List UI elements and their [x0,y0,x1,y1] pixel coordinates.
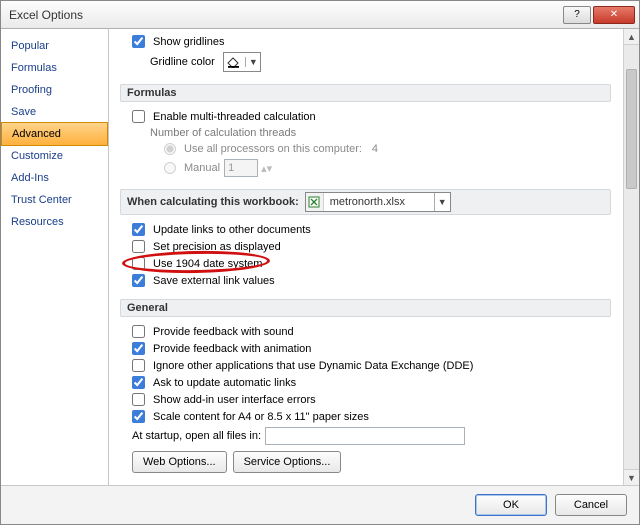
feedback-sound-label: Provide feedback with sound [153,326,294,338]
show-gridlines-label: Show gridlines [153,36,225,48]
dialog-footer: OK Cancel [1,485,639,524]
excel-options-dialog: Excel Options ? ✕ Popular Formulas Proof… [0,0,640,525]
close-button[interactable]: ✕ [593,6,635,24]
sidebar-item-resources[interactable]: Resources [1,211,108,233]
sidebar-item-advanced[interactable]: Advanced [1,122,108,146]
enable-mtc-checkbox[interactable] [132,110,145,123]
paint-bucket-icon [226,56,240,68]
startup-open-label: At startup, open all files in: [132,430,261,442]
cancel-button[interactable]: Cancel [555,494,627,516]
dialog-title: Excel Options [9,8,561,22]
sidebar-item-trust-center[interactable]: Trust Center [1,189,108,211]
sidebar-item-customize[interactable]: Customize [1,145,108,167]
chevron-down-icon: ▼ [245,57,258,67]
sidebar-item-proofing[interactable]: Proofing [1,79,108,101]
titlebar: Excel Options ? ✕ [1,1,639,29]
enable-mtc-label: Enable multi-threaded calculation [153,111,316,123]
ok-button[interactable]: OK [475,494,547,516]
processor-count: 4 [372,143,378,155]
manual-threads-radio [164,162,176,174]
ignore-dde-label: Ignore other applications that use Dynam… [153,360,473,372]
manual-threads-label: Manual [184,162,220,174]
save-external-checkbox[interactable] [132,274,145,287]
scroll-up-arrow-icon[interactable]: ▲ [624,29,639,45]
service-options-button[interactable]: Service Options... [233,451,342,473]
scale-content-label: Scale content for A4 or 8.5 x 11" paper … [153,411,369,423]
calc-workbook-title: When calculating this workbook: [127,196,299,208]
help-button[interactable]: ? [563,6,591,24]
use-all-processors-radio [164,143,176,155]
ask-update-checkbox[interactable] [132,376,145,389]
sidebar: Popular Formulas Proofing Save Advanced … [1,29,109,485]
sidebar-item-popular[interactable]: Popular [1,35,108,57]
save-external-label: Save external link values [153,275,275,287]
excel-file-icon [306,193,324,211]
set-precision-checkbox[interactable] [132,240,145,253]
feedback-sound-checkbox[interactable] [132,325,145,338]
section-title-calc-workbook: When calculating this workbook: metronor… [120,189,611,215]
chevron-down-icon: ▼ [434,193,450,211]
use-all-processors-label: Use all processors on this computer: [184,143,362,155]
manual-threads-input [224,159,258,177]
scroll-thumb[interactable] [626,69,637,189]
feedback-animation-checkbox[interactable] [132,342,145,355]
show-addin-errors-label: Show add-in user interface errors [153,394,316,406]
show-addin-errors-checkbox[interactable] [132,393,145,406]
scroll-down-arrow-icon[interactable]: ▼ [624,469,639,485]
use-1904-label: Use 1904 date system [153,258,262,270]
sidebar-item-formulas[interactable]: Formulas [1,57,108,79]
update-links-label: Update links to other documents [153,224,311,236]
update-links-checkbox[interactable] [132,223,145,236]
gridline-color-dropdown[interactable]: ▼ [223,52,261,72]
workbook-dropdown[interactable]: metronorth.xlsx ▼ [305,192,451,212]
startup-open-input[interactable] [265,427,465,445]
threads-label: Number of calculation threads [150,127,296,139]
feedback-animation-label: Provide feedback with animation [153,343,311,355]
sidebar-item-save[interactable]: Save [1,101,108,123]
section-title-formulas: Formulas [120,84,611,102]
vertical-scrollbar[interactable]: ▲ ▼ [623,29,639,485]
dialog-body: Popular Formulas Proofing Save Advanced … [1,29,639,485]
web-options-button[interactable]: Web Options... [132,451,227,473]
ignore-dde-checkbox[interactable] [132,359,145,372]
section-title-general: General [120,299,611,317]
show-gridlines-checkbox[interactable] [132,35,145,48]
ask-update-label: Ask to update automatic links [153,377,296,389]
set-precision-label: Set precision as displayed [153,241,281,253]
gridline-color-label: Gridline color [150,56,215,68]
use-1904-checkbox[interactable] [132,257,145,270]
workbook-name: metronorth.xlsx [324,196,434,208]
spinner-icon: ▴▾ [261,162,272,175]
sidebar-item-addins[interactable]: Add-Ins [1,167,108,189]
content-pane: ▲ ▼ Show gridlines Gridline color ▼ Form… [109,29,639,485]
scale-content-checkbox[interactable] [132,410,145,423]
